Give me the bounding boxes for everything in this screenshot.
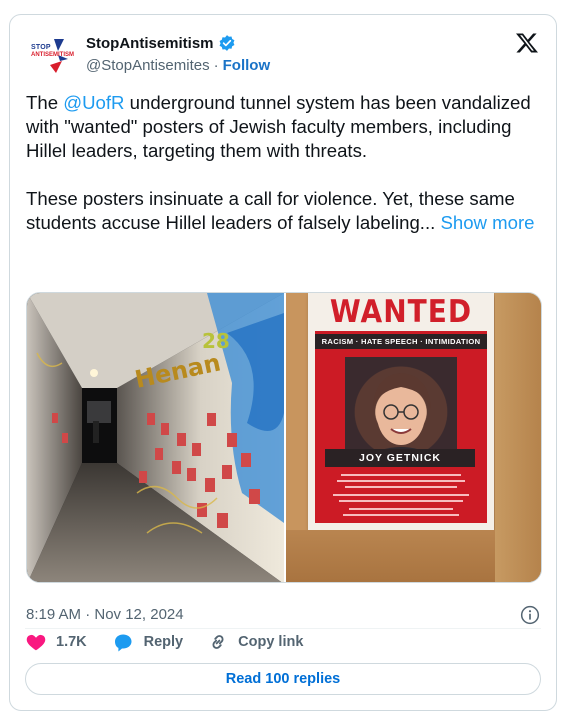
heart-icon: [26, 634, 46, 651]
author-display-name[interactable]: StopAntisemitism: [86, 35, 214, 52]
avatar-label-top: STOP: [31, 44, 51, 51]
poster-name: JOY GETNICK: [325, 449, 475, 467]
read-replies-button[interactable]: Read 100 replies: [25, 663, 541, 695]
show-more-link[interactable]: Show more: [440, 212, 534, 233]
tunnel-image: Henan 28: [27, 293, 284, 582]
svg-text:28: 28: [202, 329, 230, 353]
poster-portrait: [345, 357, 457, 457]
copy-link-button[interactable]: Copy link: [207, 631, 303, 653]
author-handle-row: @StopAntisemites · Follow: [86, 57, 270, 74]
handle-separator: ·: [213, 57, 219, 74]
like-button[interactable]: 1.7K: [25, 631, 87, 653]
tweet-paragraph-2: These posters insinuate a call for viole…: [26, 187, 542, 235]
wanted-poster-photo[interactable]: WANTED RACISM · HATE SPEECH · INTIMIDATI…: [286, 293, 541, 582]
portrait-face-icon: [365, 373, 437, 457]
reply-bubble-icon: [114, 634, 132, 652]
tweet-paragraph-1: The @UofR underground tunnel system has …: [26, 91, 542, 163]
author-name-row: StopAntisemitism: [86, 34, 236, 52]
like-count: 1.7K: [56, 634, 87, 650]
follow-link[interactable]: Follow: [223, 57, 271, 74]
avatar-label-bottom: ANTISEMITISM: [31, 52, 74, 58]
media-grid: Henan 28 WANTED RACISM · HATE SPEECH · I…: [26, 292, 542, 583]
tunnel-photo[interactable]: Henan 28: [27, 293, 284, 582]
poster-fine-print: [323, 472, 479, 524]
reply-label: Reply: [143, 634, 184, 650]
author-handle[interactable]: @StopAntisemites: [86, 57, 210, 74]
wanted-poster: WANTED RACISM · HATE SPEECH · INTIMIDATI…: [308, 293, 494, 530]
info-icon[interactable]: [520, 605, 540, 625]
door-edge: [495, 293, 541, 582]
tweet-card: STOP ANTISEMITISM StopAntisemitism @Stop…: [9, 14, 557, 711]
poster-red-panel: RACISM · HATE SPEECH · INTIMIDATION JOY …: [315, 331, 487, 523]
tweet-timestamp[interactable]: 8:19 AM · Nov 12, 2024: [26, 606, 184, 623]
reply-button[interactable]: Reply: [111, 630, 184, 654]
poster-title: WANTED: [329, 293, 473, 330]
avatar[interactable]: STOP ANTISEMITISM: [28, 31, 76, 79]
copy-link-label: Copy link: [238, 634, 304, 650]
tweet-text-p1-start: The: [26, 92, 64, 113]
x-logo-icon[interactable]: [515, 31, 539, 55]
verified-badge-icon: [219, 35, 234, 51]
link-icon: [212, 635, 224, 649]
poster-banner: RACISM · HATE SPEECH · INTIMIDATION: [315, 334, 487, 349]
tweet-text: The @UofR underground tunnel system has …: [26, 91, 542, 259]
action-bar: 1.7K Reply Copy link: [25, 628, 327, 656]
fine-print-lines: [333, 474, 469, 516]
mention-link[interactable]: @UofR: [63, 92, 124, 113]
